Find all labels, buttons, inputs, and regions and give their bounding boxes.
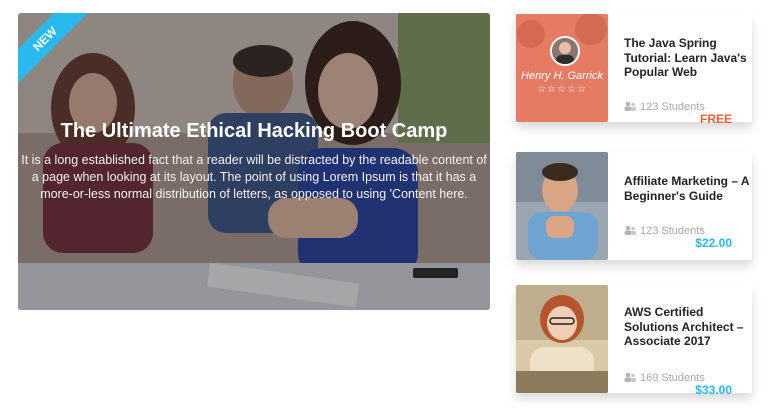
rating-stars: ☆☆☆☆☆ bbox=[537, 84, 587, 95]
course-thumbnail[interactable]: Henry H. Garrick ☆☆☆☆☆ bbox=[516, 14, 608, 122]
users-icon bbox=[624, 372, 636, 382]
course-thumbnail[interactable] bbox=[516, 285, 608, 393]
course-title[interactable]: AWS Certified Solutions Architect – Asso… bbox=[624, 305, 754, 349]
course-price: $33.00 bbox=[695, 383, 732, 397]
students-label: 123 Students bbox=[640, 101, 705, 113]
course-card[interactable]: Affiliate Marketing – A Beginner's Guide… bbox=[516, 152, 752, 260]
course-card[interactable]: Henry H. Garrick ☆☆☆☆☆ The Java Spring T… bbox=[516, 14, 754, 126]
users-icon bbox=[624, 101, 636, 111]
course-thumbnail-image bbox=[516, 152, 608, 260]
course-price: $22.00 bbox=[695, 236, 732, 250]
course-title[interactable]: Affiliate Marketing – A Beginner's Guide bbox=[624, 174, 754, 203]
users-icon bbox=[624, 225, 636, 235]
students-count: 123 Students bbox=[624, 225, 705, 237]
course-thumbnail-image bbox=[516, 14, 608, 122]
students-count: 123 Students bbox=[624, 101, 705, 113]
course-thumbnail-image bbox=[516, 285, 608, 393]
featured-course-hero[interactable]: NEW The Ultimate Ethical Hacking Boot Ca… bbox=[18, 13, 490, 310]
hero-title[interactable]: The Ultimate Ethical Hacking Boot Camp bbox=[18, 120, 490, 143]
instructor-avatar bbox=[550, 36, 580, 66]
course-title[interactable]: The Java Spring Tutorial: Learn Java's P… bbox=[624, 36, 754, 80]
course-thumbnail[interactable] bbox=[516, 152, 608, 260]
course-card[interactable]: AWS Certified Solutions Architect – Asso… bbox=[516, 285, 754, 397]
instructor-name: Henry H. Garrick bbox=[521, 70, 603, 82]
hero-description: It is a long established fact that a rea… bbox=[21, 153, 487, 201]
students-count: 169 Students bbox=[624, 372, 705, 384]
course-price: FREE bbox=[699, 112, 732, 126]
